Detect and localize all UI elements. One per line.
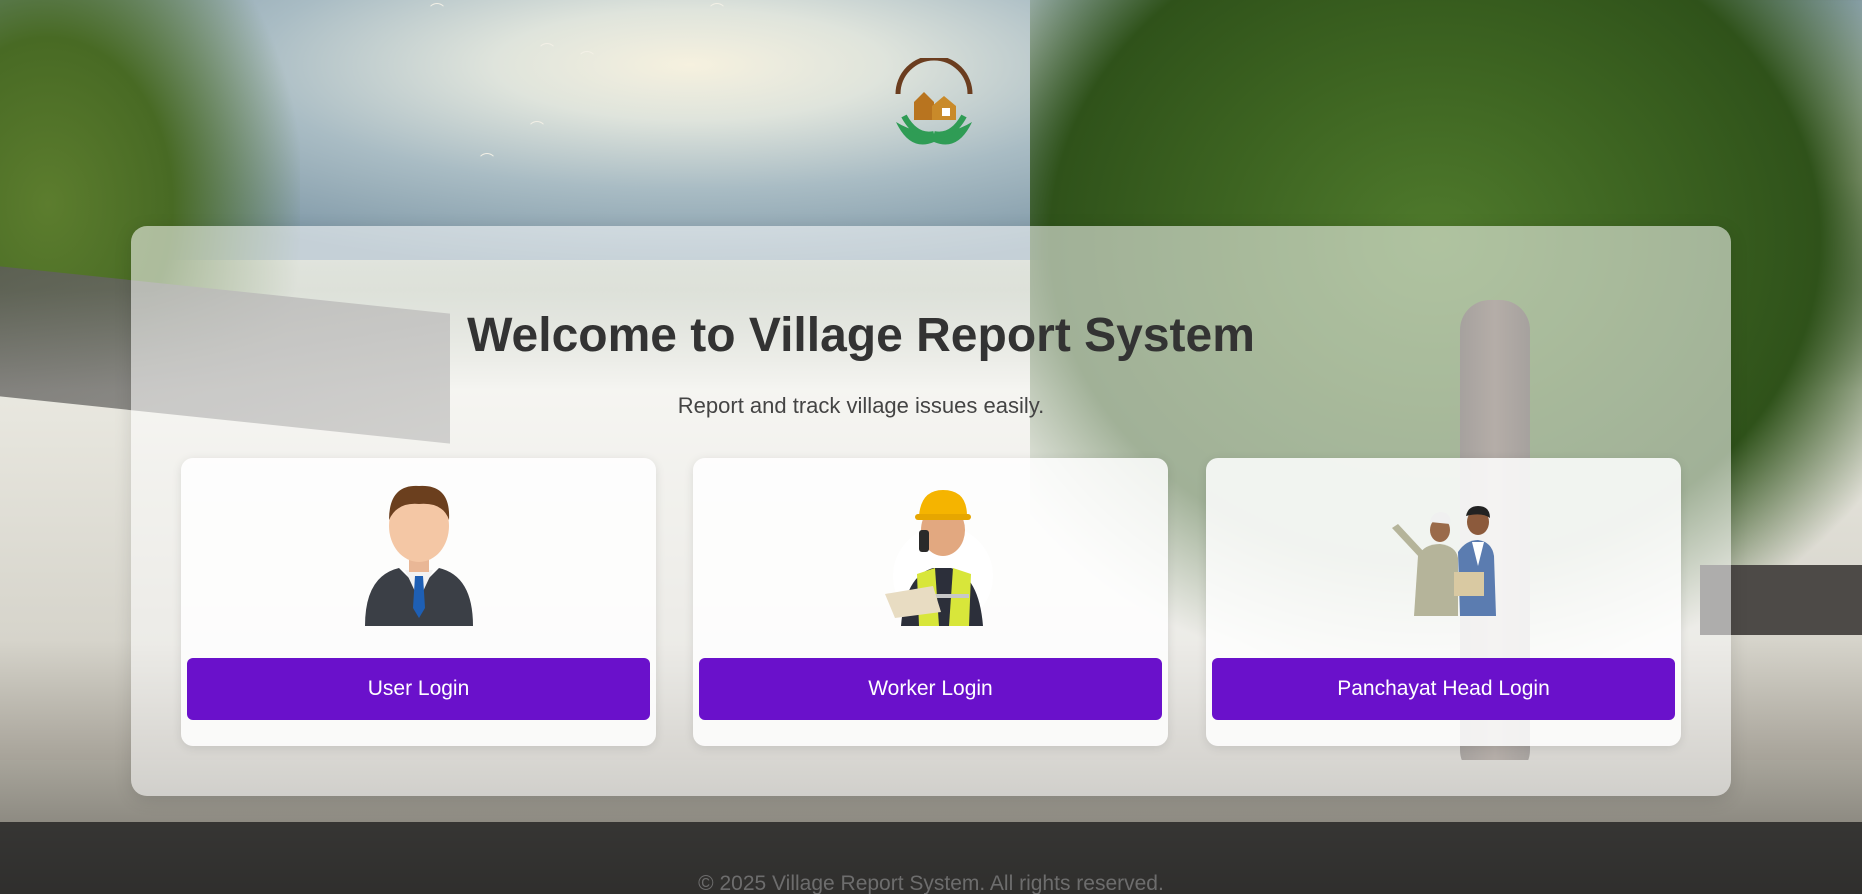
construction-worker-icon — [693, 476, 1168, 626]
footer: © 2025 Village Report System. All rights… — [0, 822, 1862, 894]
panchayat-head-login-card: Panchayat Head Login — [1206, 458, 1681, 746]
businessman-avatar-icon — [181, 476, 656, 626]
panchayat-head-icon — [1206, 476, 1681, 626]
worker-login-button[interactable]: Worker Login — [699, 658, 1162, 720]
user-login-card: User Login — [181, 458, 656, 746]
village-hands-logo-icon — [890, 55, 978, 150]
user-login-button[interactable]: User Login — [187, 658, 650, 720]
page-subtitle: Report and track village issues easily. — [677, 393, 1045, 418]
panchayat-head-login-button[interactable]: Panchayat Head Login — [1212, 658, 1675, 720]
worker-login-card: Worker Login — [693, 458, 1168, 746]
copyright-text: © 2025 Village Report System. All rights… — [698, 872, 1164, 894]
page-title: Welcome to Village Report System — [467, 309, 1255, 362]
